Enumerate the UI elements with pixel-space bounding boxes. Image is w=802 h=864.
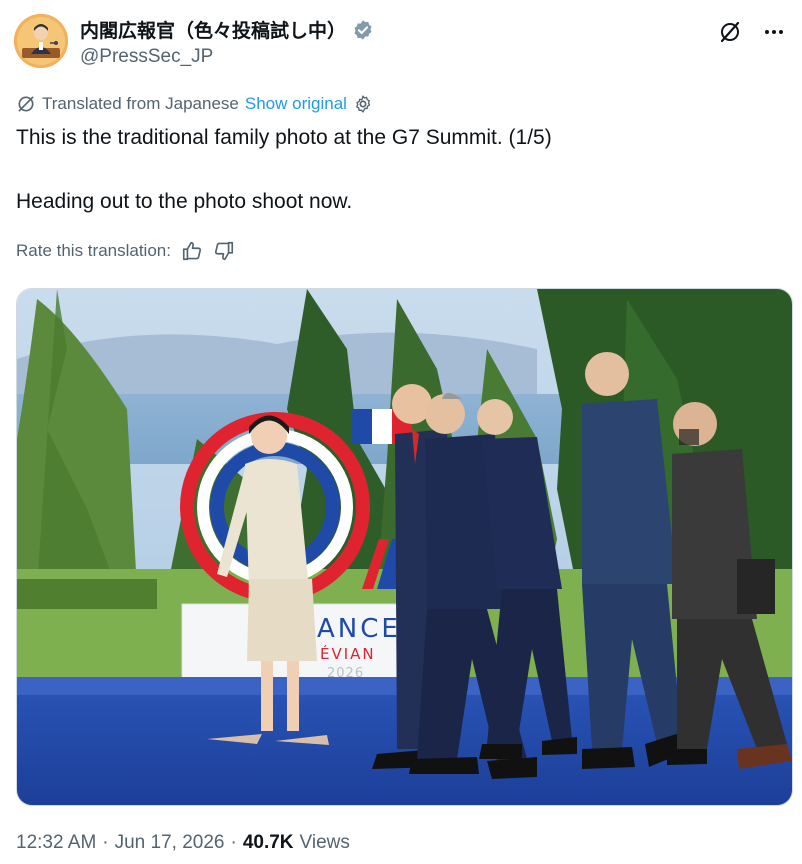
verified-badge-icon[interactable] [352,19,374,41]
tweet-date[interactable]: Jun 17, 2026 [115,832,225,854]
avatar-illustration [14,14,68,68]
rate-translation: Rate this translation: [16,240,235,262]
views-count[interactable]: 40.7K [243,832,294,854]
tweet-line: Heading out to the photo shoot now. [16,190,353,213]
tweet-metadata: 12:32 AM · Jun 17, 2026 · 40.7K Views [16,832,350,854]
header-actions [716,18,788,46]
name-row: 内閣広報官（色々投稿試し中） [80,16,374,43]
translation-notice: Translated from Japanese Show original [16,94,373,114]
tweet-line: This is the traditional family photo at … [16,126,552,149]
handle[interactable]: @PressSec_JP [80,46,213,68]
translation-notice-text: Translated from Japanese [42,94,239,113]
sign-subtext: ÉVIAN [320,644,376,663]
views-label[interactable]: Views [300,832,350,854]
display-name[interactable]: 内閣広報官（色々投稿試し中） [80,16,346,43]
g7-summit-photo: ANCE ÉVIAN 2026 [17,289,792,805]
sign-text: ANCE [317,614,401,644]
grok-icon[interactable] [716,18,744,46]
tweet-photo[interactable]: ANCE ÉVIAN 2026 [16,288,793,806]
tweet-header: 内閣広報官（色々投稿試し中） @PressSec_JP [14,12,788,70]
thumbs-up-icon[interactable] [181,240,203,262]
meta-separator: · [102,832,109,853]
rate-translation-label: Rate this translation: [16,241,171,260]
thumbs-down-icon[interactable] [213,240,235,262]
meta-separator: · [230,832,237,853]
avatar[interactable] [14,14,68,68]
tweet-text: This is the traditional family photo at … [16,124,786,216]
gear-icon[interactable] [353,94,373,114]
show-original-link[interactable]: Show original [245,94,347,114]
tweet-time[interactable]: 12:32 AM [16,832,96,854]
more-options-icon[interactable] [760,18,788,46]
translate-icon [18,96,34,112]
